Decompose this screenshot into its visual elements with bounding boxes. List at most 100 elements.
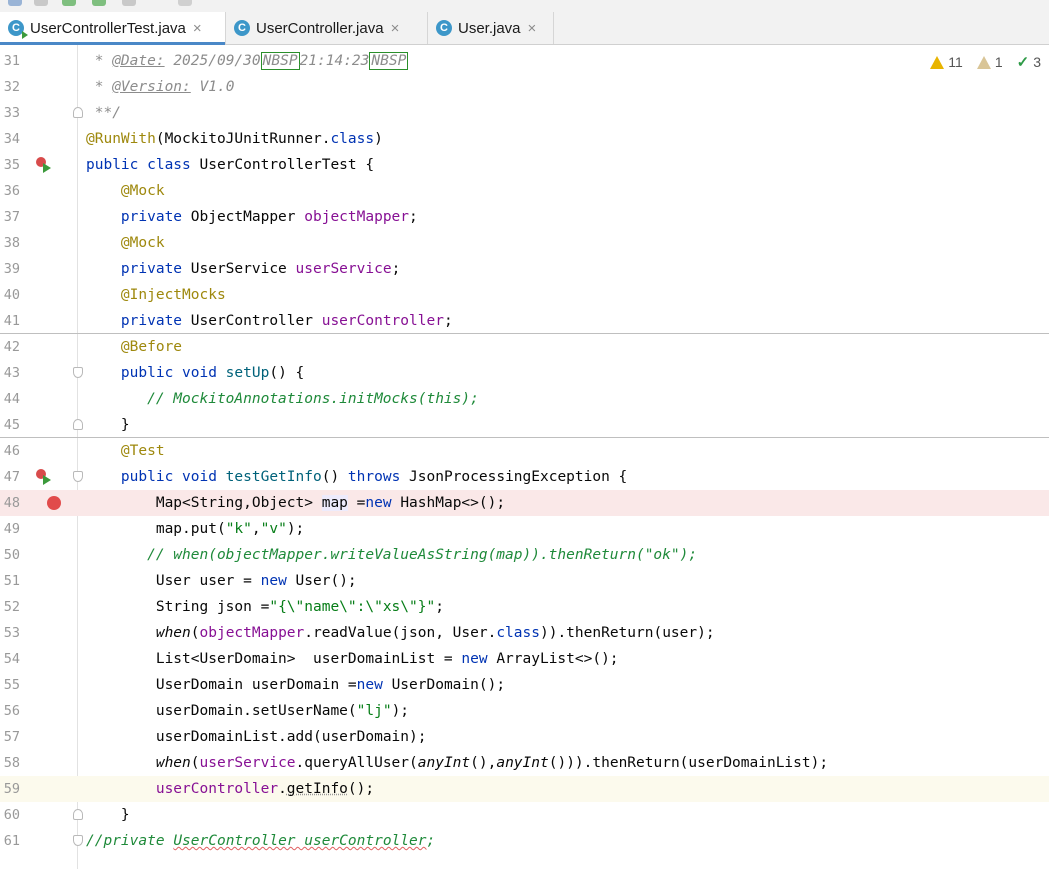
line-code[interactable]: } bbox=[86, 412, 130, 438]
code-line: 50 // when(objectMapper.writeValueAsStri… bbox=[0, 542, 1049, 568]
line-code[interactable]: Map<String,Object> map =new HashMap<>(); bbox=[86, 490, 505, 516]
line-number: 56 bbox=[3, 703, 20, 719]
code-line: 46 @Test bbox=[0, 438, 1049, 464]
line-code[interactable]: when(objectMapper.readValue(json, User.c… bbox=[86, 620, 715, 646]
run-test-method-icon[interactable] bbox=[36, 469, 52, 485]
code-line: 39 private UserService userService; bbox=[0, 256, 1049, 282]
line-code[interactable]: userDomain.setUserName("lj"); bbox=[86, 698, 409, 724]
code-line: 52 String json ="{\"name\":\"xs\"}"; bbox=[0, 594, 1049, 620]
line-number: 38 bbox=[3, 235, 20, 251]
line-number: 42 bbox=[3, 339, 20, 355]
fold-icon[interactable] bbox=[73, 107, 83, 118]
toolbar-icon[interactable] bbox=[92, 0, 106, 6]
code-line: 38 @Mock bbox=[0, 230, 1049, 256]
class-icon: C bbox=[436, 20, 452, 36]
code-line: 32 * @Version: V1.0 bbox=[0, 74, 1049, 100]
run-test-class-icon[interactable] bbox=[36, 157, 52, 173]
line-code[interactable]: } bbox=[86, 802, 130, 828]
toolbar-icon[interactable] bbox=[34, 0, 48, 6]
line-code[interactable]: @Mock bbox=[86, 178, 165, 204]
class-icon: C bbox=[234, 20, 250, 36]
fold-icon[interactable] bbox=[73, 835, 83, 846]
line-number: 39 bbox=[3, 261, 20, 277]
close-icon[interactable]: × bbox=[391, 20, 400, 37]
code-line: 31 * @Date: 2025/09/30 NBSP 21:14:23 NBSP bbox=[0, 48, 1049, 74]
line-code[interactable]: public class UserControllerTest { bbox=[86, 152, 374, 178]
line-number: 60 bbox=[3, 807, 20, 823]
tab-user[interactable]: C User.java × bbox=[428, 12, 554, 44]
code-line: 33 **/ bbox=[0, 100, 1049, 126]
line-number: 36 bbox=[3, 183, 20, 199]
code-line: 47 public void testGetInfo() throws Json… bbox=[0, 464, 1049, 490]
line-code[interactable]: private UserService userService; bbox=[86, 256, 400, 282]
line-code[interactable]: //private UserController userController; bbox=[86, 828, 435, 854]
line-code[interactable]: // MockitoAnnotations.initMocks(this); bbox=[86, 386, 479, 412]
line-number: 50 bbox=[3, 547, 20, 563]
editor-tab-bar: C UserControllerTest.java × C UserContro… bbox=[0, 12, 1049, 45]
fold-icon[interactable] bbox=[73, 471, 83, 482]
code-line: 55 UserDomain userDomain =new UserDomain… bbox=[0, 672, 1049, 698]
line-code[interactable]: when(userService.queryAllUser(anyInt(),a… bbox=[86, 750, 828, 776]
toolbar-icon[interactable] bbox=[62, 0, 76, 6]
line-code[interactable]: String json ="{\"name\":\"xs\"}"; bbox=[86, 594, 444, 620]
line-code[interactable]: @RunWith(MockitoJUnitRunner.class) bbox=[86, 126, 383, 152]
line-number: 41 bbox=[3, 313, 20, 329]
code-line: 35 public class UserControllerTest { bbox=[0, 152, 1049, 178]
line-code[interactable]: @InjectMocks bbox=[86, 282, 226, 308]
code-line-breakpoint: 48 Map<String,Object> map =new HashMap<>… bbox=[0, 490, 1049, 516]
close-icon[interactable]: × bbox=[528, 20, 537, 37]
code-line: 42 @Before bbox=[0, 334, 1049, 360]
line-number: 57 bbox=[3, 729, 20, 745]
line-number: 43 bbox=[3, 365, 20, 381]
tab-label: User.java bbox=[458, 19, 521, 37]
code-line: 54 List<UserDomain> userDomainList = new… bbox=[0, 646, 1049, 672]
line-code[interactable]: private UserController userController; bbox=[86, 308, 453, 334]
line-code[interactable]: userDomainList.add(userDomain); bbox=[86, 724, 427, 750]
line-number: 34 bbox=[3, 131, 20, 147]
line-number: 33 bbox=[3, 105, 20, 121]
line-code[interactable]: UserDomain userDomain =new UserDomain(); bbox=[86, 672, 505, 698]
toolbar-icon[interactable] bbox=[8, 0, 22, 6]
line-code[interactable]: User user = new User(); bbox=[86, 568, 357, 594]
line-number: 48 bbox=[3, 495, 20, 511]
line-number: 40 bbox=[3, 287, 20, 303]
fold-icon[interactable] bbox=[73, 367, 83, 378]
toolbar-icon[interactable] bbox=[178, 0, 192, 6]
line-number: 51 bbox=[3, 573, 20, 589]
line-code[interactable]: // when(objectMapper.writeValueAsString(… bbox=[86, 542, 697, 568]
toolbar-icon[interactable] bbox=[122, 0, 136, 6]
line-code[interactable]: private ObjectMapper objectMapper; bbox=[86, 204, 418, 230]
line-number: 44 bbox=[3, 391, 20, 407]
code-line-current: 59 userController.getInfo(); bbox=[0, 776, 1049, 802]
code-line: 53 when(objectMapper.readValue(json, Use… bbox=[0, 620, 1049, 646]
code-line: 58 when(userService.queryAllUser(anyInt(… bbox=[0, 750, 1049, 776]
line-number: 35 bbox=[3, 157, 20, 173]
line-number: 54 bbox=[3, 651, 20, 667]
code-line: 44 // MockitoAnnotations.initMocks(this)… bbox=[0, 386, 1049, 412]
code-line: 36 @Mock bbox=[0, 178, 1049, 204]
code-line: 40 @InjectMocks bbox=[0, 282, 1049, 308]
tab-usercontrollertest[interactable]: C UserControllerTest.java × bbox=[0, 12, 226, 45]
line-code[interactable]: @Test bbox=[86, 438, 165, 464]
line-code[interactable]: public void setUp() { bbox=[86, 360, 304, 386]
line-number: 32 bbox=[3, 79, 20, 95]
line-number: 61 bbox=[3, 833, 20, 849]
line-code[interactable]: @Before bbox=[86, 334, 182, 360]
fold-icon[interactable] bbox=[73, 419, 83, 430]
close-icon[interactable]: × bbox=[193, 20, 202, 37]
line-code[interactable]: List<UserDomain> userDomainList = new Ar… bbox=[86, 646, 619, 672]
line-code[interactable]: **/ bbox=[86, 100, 121, 126]
line-code[interactable]: * @Version: V1.0 bbox=[86, 74, 235, 100]
line-code[interactable]: * @Date: 2025/09/30 NBSP 21:14:23 NBSP bbox=[86, 48, 409, 74]
line-code[interactable]: @Mock bbox=[86, 230, 165, 256]
code-line: 49 map.put("k","v"); bbox=[0, 516, 1049, 542]
line-code[interactable]: userController.getInfo(); bbox=[86, 776, 374, 802]
fold-icon[interactable] bbox=[73, 809, 83, 820]
tab-label: UserController.java bbox=[256, 19, 384, 37]
tab-usercontroller[interactable]: C UserController.java × bbox=[226, 12, 428, 44]
line-code[interactable]: public void testGetInfo() throws JsonPro… bbox=[86, 464, 627, 490]
line-number: 49 bbox=[3, 521, 20, 537]
line-code[interactable]: map.put("k","v"); bbox=[86, 516, 304, 542]
line-number: 58 bbox=[3, 755, 20, 771]
breakpoint-icon[interactable] bbox=[47, 496, 61, 510]
